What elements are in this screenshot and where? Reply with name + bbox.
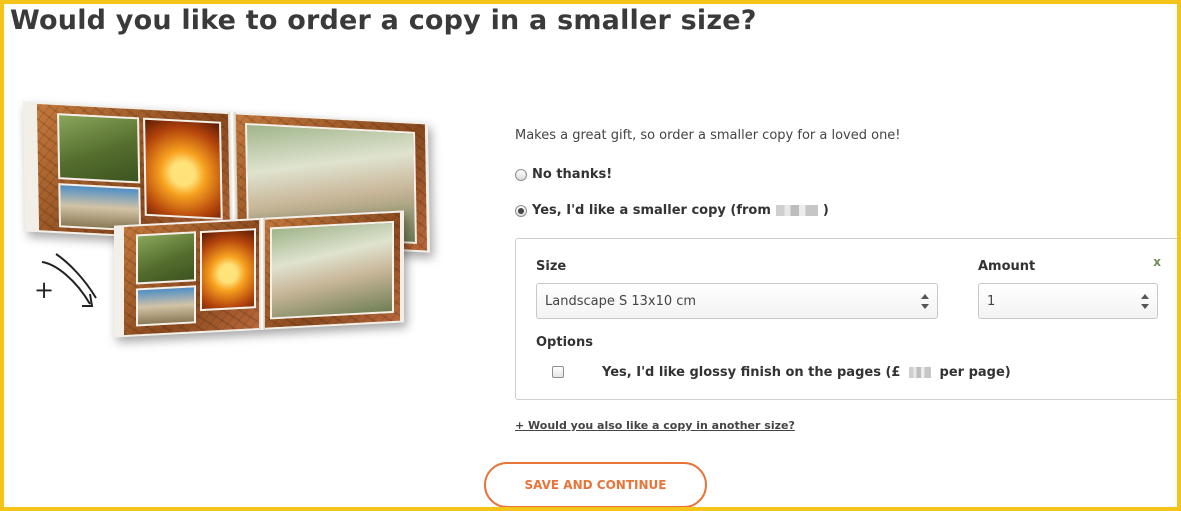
option-smaller-copy-label: Yes, I'd like a smaller copy (from — [532, 203, 771, 218]
amount-select[interactable]: 1 — [978, 283, 1158, 319]
amount-select-value: 1 — [987, 293, 996, 309]
redacted-glossy-price — [908, 367, 931, 378]
option-smaller-copy-suffix: ) — [822, 203, 829, 218]
option-smaller-copy[interactable]: Yes, I'd like a smaller copy (from ) — [515, 203, 829, 218]
size-select-value: Landscape S 13x10 cm — [545, 293, 697, 309]
page-frame: Would you like to order a copy in a smal… — [0, 0, 1181, 511]
amount-label: Amount — [978, 259, 1036, 274]
glossy-finish-checkbox[interactable] — [552, 366, 564, 378]
copy-options-panel: Size Landscape S 13x10 cm Amount 1 x Opt… — [515, 238, 1177, 400]
radio-smaller-copy[interactable] — [515, 204, 527, 217]
photo-book-illustration: + — [18, 98, 448, 348]
options-label: Options — [536, 335, 593, 350]
select-arrows-icon — [1141, 294, 1149, 310]
select-arrows-icon — [921, 294, 929, 310]
gift-intro-text: Makes a great gift, so order a smaller c… — [515, 128, 901, 143]
option-no-thanks[interactable]: No thanks! — [515, 167, 612, 182]
glossy-finish-prefix: Yes, I'd like glossy finish on the pages… — [602, 365, 901, 380]
plus-doodle: + — [34, 276, 55, 304]
option-no-thanks-label: No thanks! — [532, 167, 613, 182]
small-photo-book — [114, 210, 404, 338]
glossy-finish-label: Yes, I'd like glossy finish on the pages… — [602, 365, 1011, 380]
save-and-continue-button[interactable]: SAVE AND CONTINUE — [484, 462, 707, 507]
glossy-finish-suffix: per page) — [939, 365, 1011, 380]
size-label: Size — [536, 259, 567, 274]
size-select[interactable]: Landscape S 13x10 cm — [536, 283, 938, 319]
redacted-price — [775, 205, 818, 216]
radio-no-thanks[interactable] — [515, 168, 527, 181]
page-title: Would you like to order a copy in a smal… — [10, 5, 757, 36]
another-size-link[interactable]: + Would you also like a copy in another … — [515, 419, 795, 432]
close-icon[interactable]: x — [1153, 255, 1161, 269]
